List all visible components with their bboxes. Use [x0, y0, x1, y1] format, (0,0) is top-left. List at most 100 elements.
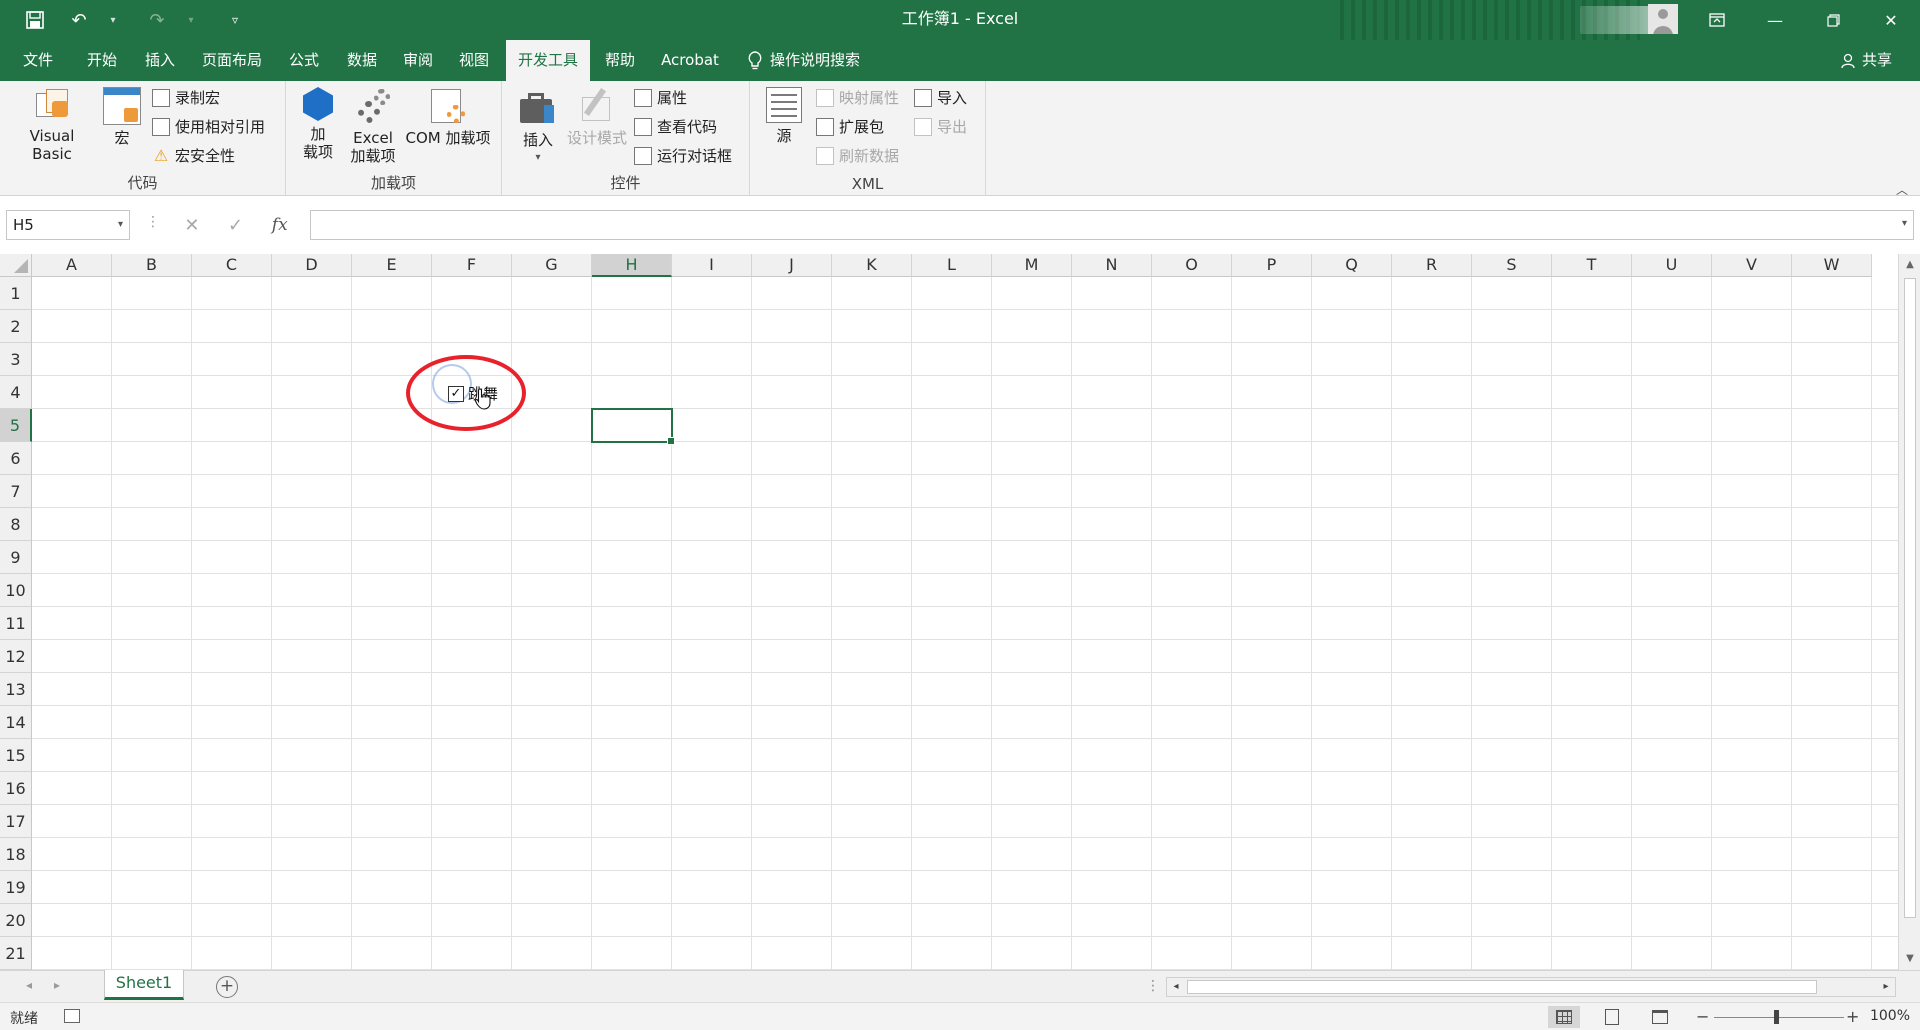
design-mode-button[interactable]: 设计模式	[564, 87, 630, 147]
column-header-e[interactable]: E	[352, 254, 432, 277]
tab-file[interactable]: 文件	[14, 40, 62, 81]
select-all-corner[interactable]	[0, 254, 32, 277]
row-header-16[interactable]: 16	[0, 772, 32, 805]
row-header-1[interactable]: 1	[0, 277, 32, 310]
vertical-scroll-thumb[interactable]	[1904, 278, 1916, 918]
scroll-down-icon[interactable]: ▼	[1899, 950, 1920, 968]
column-header-n[interactable]: N	[1072, 254, 1152, 277]
formula-input[interactable]: ▾	[310, 210, 1914, 240]
zoom-slider[interactable]	[1714, 1017, 1844, 1018]
column-header-h[interactable]: H	[592, 254, 672, 277]
collapse-ribbon-icon[interactable]: ︿	[1896, 181, 1908, 198]
restore-icon[interactable]	[1804, 0, 1862, 40]
tab-developer[interactable]: 开发工具	[506, 40, 590, 81]
row-header-14[interactable]: 14	[0, 706, 32, 739]
column-header-b[interactable]: B	[112, 254, 192, 277]
horizontal-scroll-thumb[interactable]	[1187, 980, 1817, 994]
formula-bar-grip[interactable]: ⋮	[146, 214, 160, 230]
enter-icon[interactable]: ✓	[228, 215, 243, 236]
row-header-6[interactable]: 6	[0, 442, 32, 475]
tab-home[interactable]: 开始	[78, 40, 126, 81]
relative-reference-button[interactable]: 使用相对引用	[152, 114, 265, 140]
column-header-m[interactable]: M	[992, 254, 1072, 277]
column-header-d[interactable]: D	[272, 254, 352, 277]
row-header-13[interactable]: 13	[0, 673, 32, 706]
vertical-scrollbar[interactable]: ▲ ▼	[1898, 254, 1920, 970]
worksheet-grid[interactable]: ABCDEFGHIJKLMNOPQRSTUVW 1 2 3 4 5 6 7 8 9 10 11 12 1…	[0, 254, 1898, 970]
ribbon-display-icon[interactable]	[1688, 0, 1746, 40]
column-header-p[interactable]: P	[1232, 254, 1312, 277]
column-header-j[interactable]: J	[752, 254, 832, 277]
tab-split-grip[interactable]: ⋮	[1146, 978, 1160, 994]
normal-view-button[interactable]	[1548, 1006, 1580, 1028]
row-header-19[interactable]: 19	[0, 871, 32, 904]
zoom-in-icon[interactable]: +	[1846, 1007, 1859, 1026]
cells-area[interactable]	[32, 277, 1898, 970]
close-icon[interactable]: ✕	[1862, 0, 1920, 40]
macro-record-icon[interactable]	[64, 1009, 80, 1023]
share-button[interactable]: 共享	[1840, 40, 1892, 81]
row-header-5[interactable]: 5	[0, 409, 32, 442]
row-header-3[interactable]: 3	[0, 343, 32, 376]
tab-insert[interactable]: 插入	[136, 40, 184, 81]
add-sheet-icon[interactable]: +	[216, 976, 238, 998]
row-header-21[interactable]: 21	[0, 937, 32, 970]
expand-formula-bar-icon[interactable]: ▾	[1902, 218, 1907, 229]
row-header-8[interactable]: 8	[0, 508, 32, 541]
account-name[interactable]	[1580, 6, 1650, 34]
row-header-12[interactable]: 12	[0, 640, 32, 673]
tab-view[interactable]: 视图	[450, 40, 498, 81]
column-header-q[interactable]: Q	[1312, 254, 1392, 277]
visual-basic-button[interactable]: Visual Basic	[8, 87, 96, 163]
scroll-left-icon[interactable]: ◂	[1167, 978, 1185, 996]
import-button[interactable]: 导入	[914, 85, 967, 111]
page-break-view-button[interactable]	[1644, 1006, 1676, 1028]
avatar[interactable]	[1648, 4, 1678, 34]
scroll-up-icon[interactable]: ▲	[1899, 256, 1920, 274]
row-header-17[interactable]: 17	[0, 805, 32, 838]
minimize-icon[interactable]: —	[1746, 0, 1804, 40]
column-header-g[interactable]: G	[512, 254, 592, 277]
checkbox-box[interactable]: ✓	[448, 385, 464, 402]
column-header-r[interactable]: R	[1392, 254, 1472, 277]
record-macro-button[interactable]: 录制宏	[152, 85, 220, 111]
insert-control-button[interactable]: 插入 ▾	[514, 87, 562, 167]
tab-page-layout[interactable]: 页面布局	[196, 40, 268, 81]
com-addins-button[interactable]: COM 加载项	[402, 87, 494, 147]
column-header-w[interactable]: W	[1792, 254, 1872, 277]
properties-button[interactable]: 属性	[634, 85, 687, 111]
tab-data[interactable]: 数据	[338, 40, 386, 81]
excel-addins-button[interactable]: Excel 加载项	[348, 87, 398, 165]
tab-review[interactable]: 审阅	[394, 40, 442, 81]
column-header-c[interactable]: C	[192, 254, 272, 277]
column-header-f[interactable]: F	[432, 254, 512, 277]
column-header-u[interactable]: U	[1632, 254, 1712, 277]
cancel-icon[interactable]: ✕	[184, 215, 199, 236]
next-sheet-icon[interactable]: ▸	[54, 978, 60, 992]
row-header-4[interactable]: 4	[0, 376, 32, 409]
insert-function-icon[interactable]: fx	[272, 215, 288, 235]
column-header-v[interactable]: V	[1712, 254, 1792, 277]
row-header-15[interactable]: 15	[0, 739, 32, 772]
row-header-7[interactable]: 7	[0, 475, 32, 508]
zoom-out-icon[interactable]: −	[1696, 1007, 1709, 1026]
tab-formulas[interactable]: 公式	[280, 40, 328, 81]
column-header-o[interactable]: O	[1152, 254, 1232, 277]
row-header-9[interactable]: 9	[0, 541, 32, 574]
row-header-20[interactable]: 20	[0, 904, 32, 937]
column-header-l[interactable]: L	[912, 254, 992, 277]
row-header-18[interactable]: 18	[0, 838, 32, 871]
row-header-2[interactable]: 2	[0, 310, 32, 343]
refresh-data-button[interactable]: 刷新数据	[816, 143, 899, 169]
active-cell-h5[interactable]	[591, 408, 675, 445]
macro-security-button[interactable]: ⚠ 宏安全性	[152, 143, 235, 169]
page-layout-view-button[interactable]	[1596, 1006, 1628, 1028]
horizontal-scrollbar[interactable]: ◂ ▸	[1166, 977, 1896, 997]
scroll-right-icon[interactable]: ▸	[1877, 978, 1895, 996]
column-header-a[interactable]: A	[32, 254, 112, 277]
row-header-11[interactable]: 11	[0, 607, 32, 640]
xml-source-button[interactable]: 源	[764, 87, 804, 145]
macros-button[interactable]: 宏	[100, 87, 144, 147]
tab-acrobat[interactable]: Acrobat	[652, 40, 728, 81]
prev-sheet-icon[interactable]: ◂	[26, 978, 32, 992]
